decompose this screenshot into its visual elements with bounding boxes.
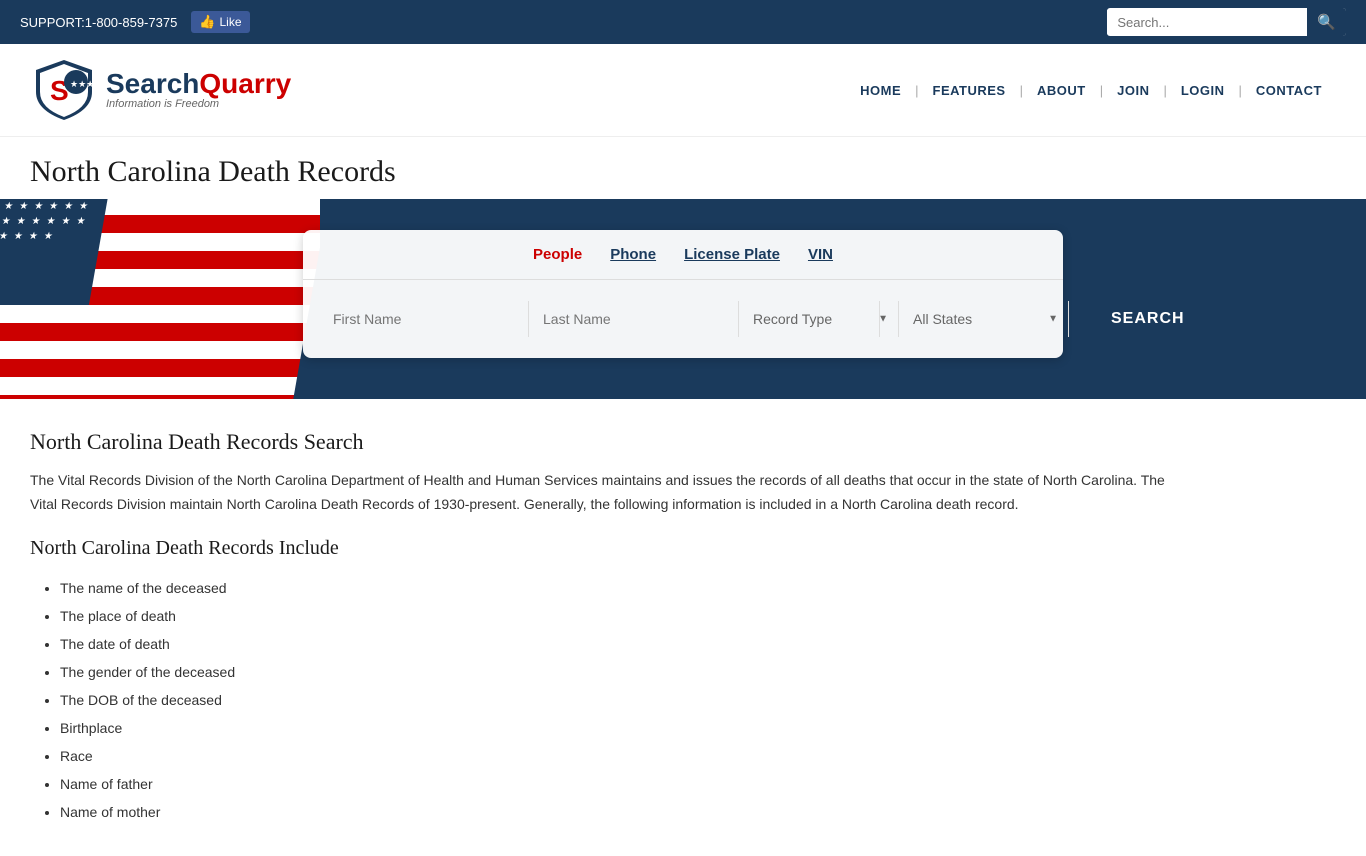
main-nav: HOME | FEATURES | ABOUT | JOIN | LOGIN |… <box>846 83 1336 98</box>
logo: S ★★★ SearchQuarry Information is Freedo… <box>30 56 291 124</box>
record-type-select[interactable]: Record Type Death Records Birth Records … <box>739 301 880 337</box>
thumbs-up-icon: 👍 <box>199 14 215 30</box>
tab-people[interactable]: People <box>533 246 582 265</box>
flag-background: ★ ★ ★ ★ ★ ★ ★ ★ ★ ★ ★ ★ ★ ★ ★ ★ ★ ★ ★ ★ … <box>0 199 320 399</box>
list-item: Race <box>60 742 1170 770</box>
top-bar: SUPPORT:1-800-859-7375 👍 Like 🔍 <box>0 0 1366 44</box>
brand-quarry: Quarry <box>199 68 291 99</box>
hero-banner: ★ ★ ★ ★ ★ ★ ★ ★ ★ ★ ★ ★ ★ ★ ★ ★ ★ ★ ★ ★ … <box>0 199 1366 399</box>
brand-search: Search <box>106 68 199 99</box>
facebook-like-button[interactable]: 👍 Like <box>191 11 249 33</box>
top-search-button[interactable]: 🔍 <box>1307 8 1346 36</box>
page-title-section: North Carolina Death Records <box>0 137 1366 199</box>
first-name-input[interactable] <box>319 301 529 337</box>
main-content: North Carolina Death Records Search The … <box>0 399 1200 856</box>
record-type-wrapper: Record Type Death Records Birth Records … <box>739 301 899 337</box>
nav-login[interactable]: LOGIN <box>1167 83 1239 98</box>
nav-home[interactable]: HOME <box>846 83 915 98</box>
site-header: S ★★★ SearchQuarry Information is Freedo… <box>0 44 1366 137</box>
logo-text: SearchQuarry Information is Freedom <box>106 70 291 110</box>
content-body: The Vital Records Division of the North … <box>30 469 1170 517</box>
nav-about[interactable]: ABOUT <box>1023 83 1100 98</box>
svg-text:★★★: ★★★ <box>70 79 94 89</box>
tab-license-plate[interactable]: License Plate <box>684 246 780 265</box>
top-bar-left: SUPPORT:1-800-859-7375 👍 Like <box>20 11 250 33</box>
page-title: North Carolina Death Records <box>30 155 1336 189</box>
search-card: People Phone License Plate VIN Record Ty… <box>303 230 1063 358</box>
top-search-bar[interactable]: 🔍 <box>1107 8 1346 36</box>
includes-list: The name of the deceased The place of de… <box>60 574 1170 826</box>
all-states-select[interactable]: All States North Carolina California Tex… <box>899 301 1068 337</box>
list-item: The name of the deceased <box>60 574 1170 602</box>
search-tabs: People Phone License Plate VIN <box>303 230 1063 280</box>
list-item: Name of mother <box>60 798 1170 826</box>
support-text: SUPPORT:1-800-859-7375 <box>20 15 177 30</box>
list-item: The date of death <box>60 630 1170 658</box>
content-heading: North Carolina Death Records Search <box>30 429 1170 455</box>
list-item: The DOB of the deceased <box>60 686 1170 714</box>
all-states-wrapper: All States North Carolina California Tex… <box>899 301 1069 337</box>
list-item: The place of death <box>60 602 1170 630</box>
like-label: Like <box>219 15 241 29</box>
includes-heading: North Carolina Death Records Include <box>30 537 1170 560</box>
list-item: Name of father <box>60 770 1170 798</box>
logo-icon: S ★★★ <box>30 56 98 124</box>
list-item: The gender of the deceased <box>60 658 1170 686</box>
list-item: Birthplace <box>60 714 1170 742</box>
tab-phone[interactable]: Phone <box>610 246 656 265</box>
last-name-input[interactable] <box>529 301 739 337</box>
logo-tagline: Information is Freedom <box>106 98 291 110</box>
search-button[interactable]: SEARCH <box>1079 298 1217 340</box>
tab-vin[interactable]: VIN <box>808 246 833 265</box>
top-search-input[interactable] <box>1107 10 1307 35</box>
search-inputs-row: Record Type Death Records Birth Records … <box>303 280 1063 358</box>
nav-contact[interactable]: CONTACT <box>1242 83 1336 98</box>
nav-join[interactable]: JOIN <box>1103 83 1163 98</box>
nav-features[interactable]: FEATURES <box>919 83 1020 98</box>
brand-name: SearchQuarry <box>106 70 291 98</box>
